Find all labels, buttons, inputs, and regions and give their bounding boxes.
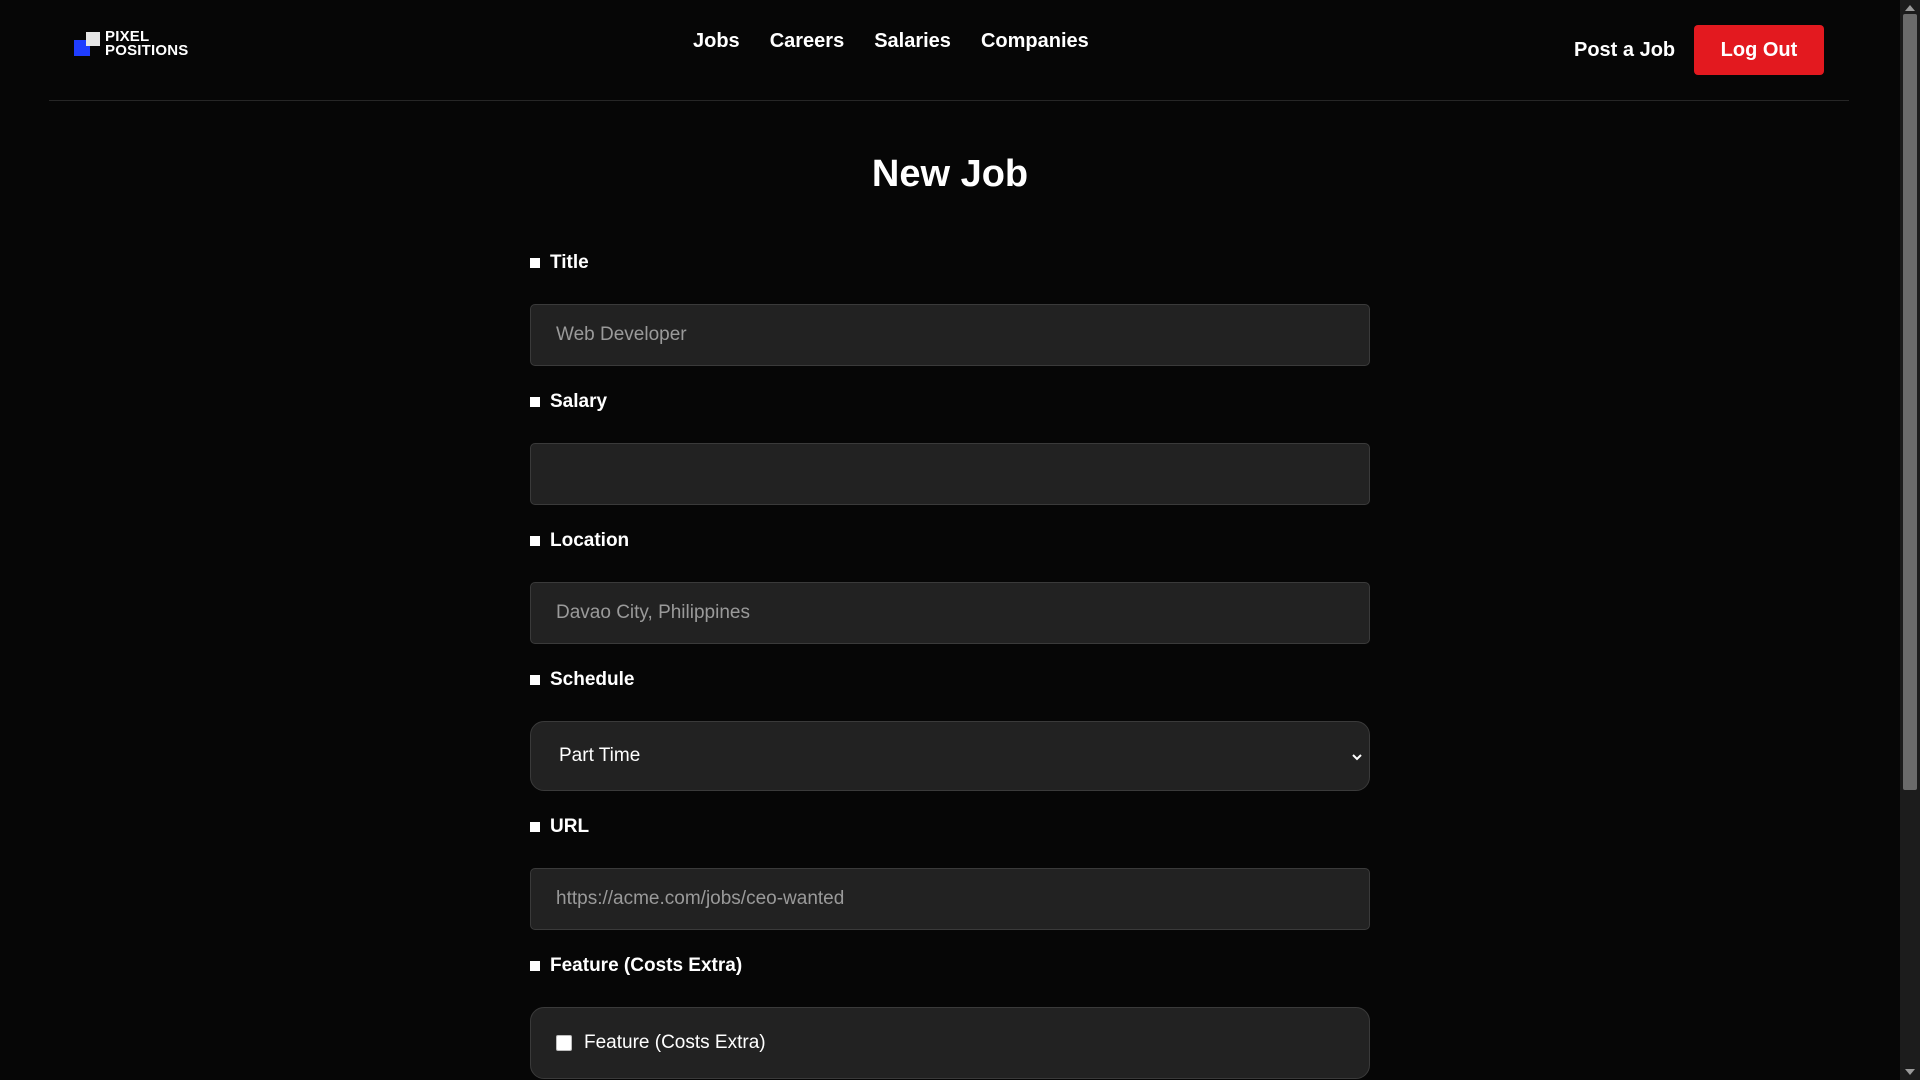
feature-field: Feature (Costs Extra) Feature (Costs Ext…: [530, 955, 1370, 1079]
location-label-text: Location: [550, 530, 630, 551]
title-label: Title: [530, 252, 1370, 274]
title-input[interactable]: [530, 304, 1370, 366]
feature-checkbox-container: Feature (Costs Extra): [530, 1007, 1370, 1079]
feature-checkbox-label[interactable]: Feature (Costs Extra): [584, 1032, 766, 1054]
logo-white-square: [86, 32, 100, 46]
bullet-icon: [530, 675, 540, 685]
title-field: Title: [530, 252, 1370, 366]
bullet-icon: [530, 961, 540, 971]
feature-label-text: Feature (Costs Extra): [550, 955, 743, 976]
nav-link-salaries[interactable]: Salaries: [874, 28, 951, 54]
nav-link-companies[interactable]: Companies: [981, 28, 1089, 54]
top-navigation: PIXEL POSITIONS Jobs Careers Salaries Co…: [49, 0, 1849, 101]
salary-field: Salary: [530, 391, 1370, 505]
nav-link-careers[interactable]: Careers: [770, 28, 845, 54]
logout-button[interactable]: Log Out: [1694, 25, 1824, 75]
location-label: Location: [530, 530, 1370, 552]
title-label-text: Title: [550, 252, 589, 273]
vertical-scrollbar[interactable]: [1900, 0, 1920, 1080]
scroll-down-arrow-icon[interactable]: [1905, 1069, 1915, 1075]
logo-text: PIXEL POSITIONS: [105, 29, 189, 59]
feature-label: Feature (Costs Extra): [530, 955, 1370, 977]
salary-input[interactable]: [530, 443, 1370, 505]
page-title: New Job: [871, 153, 1029, 195]
chevron-down-icon: [1352, 754, 1362, 761]
location-input[interactable]: [530, 582, 1370, 644]
scroll-up-arrow-icon[interactable]: [1905, 5, 1915, 11]
bullet-icon: [530, 822, 540, 832]
schedule-select[interactable]: Part Time: [530, 721, 1370, 791]
salary-label-text: Salary: [550, 391, 608, 412]
location-field: Location: [530, 530, 1370, 644]
schedule-field: Schedule Part Time: [530, 669, 1370, 791]
url-label: URL: [530, 816, 1370, 838]
post-job-link[interactable]: Post a Job: [1574, 38, 1675, 62]
scrollbar-thumb[interactable]: [1903, 14, 1917, 790]
nav-link-jobs[interactable]: Jobs: [693, 28, 740, 54]
bullet-icon: [530, 258, 540, 268]
url-input[interactable]: [530, 868, 1370, 930]
schedule-label: Schedule: [530, 669, 1370, 691]
url-label-text: URL: [550, 816, 590, 837]
bullet-icon: [530, 536, 540, 546]
url-field: URL: [530, 816, 1370, 930]
salary-label: Salary: [530, 391, 1370, 413]
logo[interactable]: PIXEL POSITIONS: [74, 29, 224, 60]
main-nav-links: Jobs Careers Salaries Companies: [693, 28, 1089, 54]
page: PIXEL POSITIONS Jobs Careers Salaries Co…: [0, 0, 1900, 1080]
feature-checkbox[interactable]: [556, 1035, 572, 1051]
schedule-label-text: Schedule: [550, 669, 635, 690]
bullet-icon: [530, 397, 540, 407]
logo-line-2: POSITIONS: [105, 42, 189, 59]
schedule-selected-value: Part Time: [559, 745, 641, 766]
